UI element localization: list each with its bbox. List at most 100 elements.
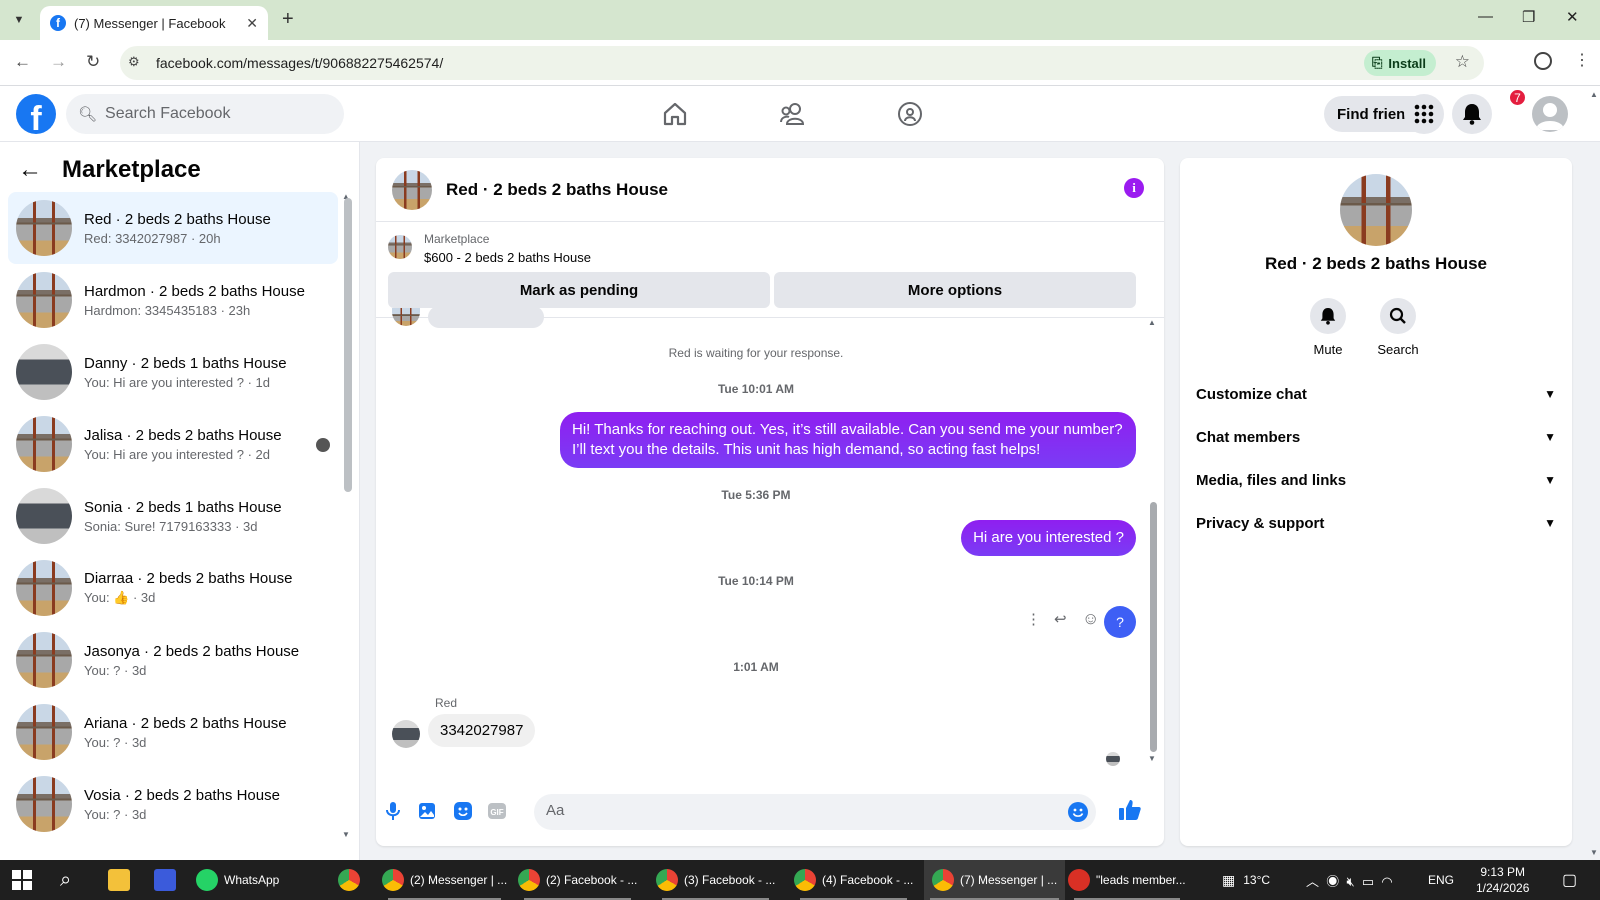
message-more-icon[interactable]: ⋮	[1026, 610, 1041, 628]
language-indicator[interactable]: ENG	[1428, 860, 1454, 900]
notification-count-badge: 7	[1508, 88, 1527, 107]
url-text[interactable]: facebook.com/messages/t/906882275462574/	[156, 55, 443, 71]
system-tray-icons[interactable]: ︿ ◉ 🔇︎ ▭ ◠	[1306, 860, 1393, 900]
taskbar-whatsapp[interactable]: WhatsApp	[196, 860, 279, 900]
browser-tab-active[interactable]: f (7) Messenger | Facebook ✕	[40, 6, 268, 40]
scroll-down-arrow-icon[interactable]: ▼	[1148, 754, 1156, 763]
photo-icon[interactable]	[416, 800, 438, 822]
customize-chat-row[interactable]: Customize chat ▼	[1196, 374, 1556, 414]
new-tab-button[interactable]: +	[282, 8, 294, 31]
home-icon[interactable]	[659, 98, 691, 130]
conversation-item[interactable]: Jasonya · 2 beds 2 baths House You: ? · 3…	[8, 624, 338, 696]
close-window-icon[interactable]: ✕	[1566, 8, 1579, 26]
tab-search-button[interactable]: ▼	[6, 7, 32, 33]
calculator-icon[interactable]	[154, 860, 182, 900]
conversation-item[interactable]: Diarraa · 2 beds 2 baths House You: 👍 · 3…	[8, 552, 338, 624]
chat-scrollbar[interactable]	[1150, 502, 1157, 752]
notifications-bell-icon[interactable]	[1452, 94, 1492, 134]
gif-icon[interactable]: GIF	[486, 800, 508, 822]
clock-time: 9:13 PM	[1480, 865, 1526, 879]
outgoing-message-bubble[interactable]: ?	[1104, 606, 1136, 638]
conversation-name: Ariana · 2 beds 2 baths House	[84, 714, 287, 732]
conversation-snippet: You: ? · 3d	[84, 734, 147, 750]
site-info-icon[interactable]: ⚙	[128, 54, 140, 70]
incoming-message-bubble[interactable]	[428, 306, 544, 328]
taskbar-window[interactable]: (2) Facebook - ...	[518, 860, 637, 900]
listing-avatar[interactable]	[1340, 174, 1412, 246]
notification-center-icon[interactable]: ▢	[1562, 860, 1577, 900]
page-scroll-down-icon[interactable]: ▼	[1590, 848, 1598, 857]
reply-icon[interactable]: ↩	[1054, 610, 1067, 628]
react-emoji-icon[interactable]: ☺	[1082, 609, 1099, 629]
outgoing-message-bubble[interactable]: Hi are you interested ?	[961, 520, 1136, 556]
back-arrow-icon[interactable]: ←	[18, 156, 42, 184]
chat-listing-avatar[interactable]	[392, 169, 432, 210]
close-tab-icon[interactable]: ✕	[246, 15, 258, 32]
back-icon[interactable]: ←	[14, 52, 31, 72]
groups-icon[interactable]	[894, 98, 926, 130]
weather-widget[interactable]: ▦ 13°C	[1222, 860, 1270, 900]
browser-profile-icon[interactable]	[1534, 52, 1552, 70]
conversation-item[interactable]: Ariana · 2 beds 2 baths House You: ? · 3d	[8, 696, 338, 768]
message-input[interactable]	[546, 802, 1046, 819]
mark-as-pending-button[interactable]: Mark as pending	[388, 272, 770, 308]
install-app-button[interactable]: ⎘ Install	[1364, 50, 1436, 76]
incoming-message-bubble[interactable]: 3342027987	[428, 714, 536, 747]
conversation-item[interactable]: Red · 2 beds 2 baths House Red: 334202798…	[8, 192, 338, 264]
scroll-down-arrow-icon[interactable]: ▼	[342, 830, 350, 839]
taskbar-search-icon[interactable]: ⌕	[60, 860, 71, 900]
chat-title[interactable]: Red · 2 beds 2 baths House	[446, 180, 668, 200]
reload-icon[interactable]: ↻	[86, 52, 100, 72]
chrome-icon	[932, 869, 954, 891]
taskbar-window-active[interactable]: (7) Messenger | ...	[924, 860, 1066, 900]
emoji-icon[interactable]	[1068, 802, 1088, 822]
sidebar-scrollbar[interactable]	[344, 198, 352, 492]
minimize-icon[interactable]: —	[1478, 8, 1493, 25]
message-input-field[interactable]	[534, 794, 1096, 830]
microphone-icon[interactable]	[382, 800, 404, 822]
conversation-item[interactable]: Danny · 2 beds 1 baths House You: Hi are …	[8, 336, 338, 408]
address-bar[interactable]: ⚙ facebook.com/messages/t/90688227546257…	[120, 46, 1484, 80]
taskbar-label: (3) Facebook - ...	[684, 873, 776, 887]
more-options-button[interactable]: More options	[774, 272, 1136, 308]
search-input[interactable]	[105, 105, 326, 123]
conversation-sidebar: ← Marketplace Red · 2 beds 2 baths House…	[0, 142, 360, 860]
chrome-icon[interactable]	[338, 860, 366, 900]
scroll-up-arrow-icon[interactable]: ▲	[1148, 318, 1156, 327]
privacy-support-row[interactable]: Privacy & support ▼	[1196, 503, 1556, 543]
taskbar-window[interactable]: (2) Messenger | ...	[382, 860, 507, 900]
file-explorer-icon[interactable]	[108, 860, 136, 900]
conversation-item[interactable]: Hardmon · 2 beds 2 baths House Hardmon: 3…	[8, 264, 338, 336]
browser-menu-icon[interactable]: ⋮	[1574, 50, 1590, 70]
mute-button[interactable]: Mute	[1288, 298, 1368, 357]
taskbar-clock[interactable]: 9:13 PM 1/24/2026	[1476, 864, 1529, 896]
conversation-item[interactable]: Vosia · 2 beds 2 baths House You: ? · 3d	[8, 768, 338, 840]
outgoing-message-bubble[interactable]: Hi! Thanks for reaching out. Yes, it’s s…	[560, 412, 1136, 468]
sticker-icon[interactable]	[452, 800, 474, 822]
page-scroll-up-icon[interactable]: ▲	[1590, 90, 1598, 99]
info-icon[interactable]: i	[1124, 178, 1144, 198]
facebook-search[interactable]: 🔍︎	[66, 94, 344, 134]
taskbar-window[interactable]: "leads member...	[1068, 860, 1186, 900]
chat-members-row[interactable]: Chat members ▼	[1196, 417, 1556, 457]
friends-icon[interactable]	[777, 98, 809, 130]
conversation-item[interactable]: Jalisa · 2 beds 2 baths House You: Hi are…	[8, 408, 338, 480]
profile-avatar[interactable]	[1532, 96, 1568, 132]
thumbs-up-icon[interactable]	[1118, 798, 1142, 826]
sender-avatar[interactable]	[392, 720, 420, 748]
menu-grid-icon[interactable]	[1404, 94, 1444, 134]
marketplace-listing-strip: Marketplace $600 - 2 beds 2 baths House …	[376, 222, 1164, 318]
listing-price[interactable]: $600 - 2 beds 2 baths House	[424, 250, 591, 265]
conversation-item[interactable]: Sonia · 2 beds 1 baths House Sonia: Sure!…	[8, 480, 338, 552]
taskbar-label: (2) Facebook - ...	[546, 873, 638, 887]
media-files-links-row[interactable]: Media, files and links ▼	[1196, 460, 1556, 500]
taskbar-window[interactable]: (4) Facebook - ...	[794, 860, 913, 900]
forward-icon[interactable]: →	[50, 52, 67, 72]
bookmark-star-icon[interactable]: ☆	[1455, 52, 1470, 72]
restore-icon[interactable]: ❐	[1522, 8, 1535, 26]
taskbar-window[interactable]: (3) Facebook - ...	[656, 860, 775, 900]
search-conversation-button[interactable]: Search	[1358, 298, 1438, 357]
windows-start-icon[interactable]	[12, 860, 32, 900]
facebook-logo-icon[interactable]: f	[16, 94, 56, 134]
listing-thumbnail[interactable]	[388, 235, 412, 259]
